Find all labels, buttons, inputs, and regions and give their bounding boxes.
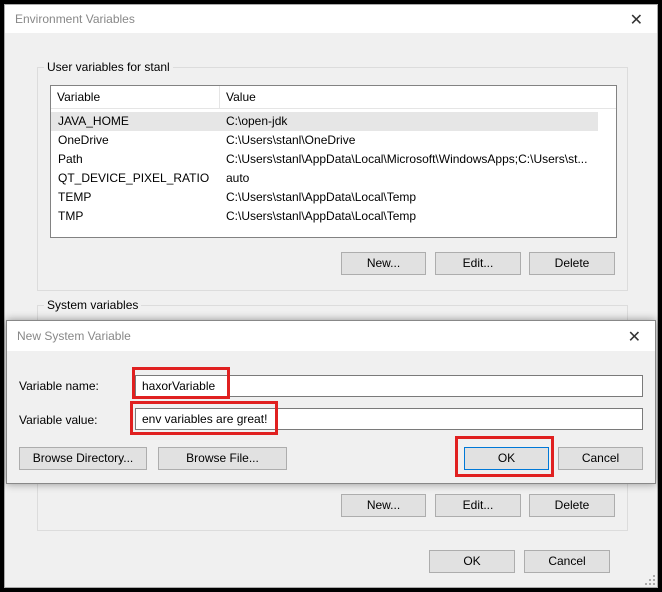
system-variables-label: System variables: [44, 298, 142, 312]
new-system-variable-dialog: New System Variable ✕ Variable name: hax…: [6, 320, 656, 484]
variable-value-cell: C:\Users\stanl\AppData\Local\Microsoft\W…: [226, 152, 588, 166]
column-header-value[interactable]: Value: [219, 86, 599, 108]
user-new-button[interactable]: New...: [341, 252, 426, 275]
variable-name-cell: QT_DEVICE_PIXEL_RATIO: [58, 171, 210, 185]
user-variable-row[interactable]: TMP C:\Users\stanl\AppData\Local\Temp: [51, 207, 598, 226]
env-cancel-button[interactable]: Cancel: [524, 550, 610, 573]
variable-value-cell: C:\Users\stanl\AppData\Local\Temp: [226, 190, 417, 204]
user-variable-row[interactable]: JAVA_HOME C:\open-jdk: [51, 112, 598, 131]
variable-name-cell: TMP: [58, 209, 84, 223]
user-variables-list[interactable]: Variable Value JAVA_HOME C:\open-jdk OneDr…: [50, 85, 617, 238]
variable-name-label: Variable name:: [19, 379, 99, 393]
environment-variables-dialog: Environment Variables ✕ User variables f…: [4, 4, 658, 588]
variable-value-cell: auto: [226, 171, 250, 185]
newvar-titlebar: New System Variable ✕: [7, 321, 655, 351]
variable-name-input[interactable]: haxorVariable: [135, 375, 643, 397]
scrollbar-corner: [598, 86, 616, 108]
variable-value-cell: C:\Users\stanl\OneDrive: [226, 133, 356, 147]
browse-file-button[interactable]: Browse File...: [158, 447, 287, 470]
resize-grip-icon[interactable]: [645, 575, 655, 585]
user-edit-button[interactable]: Edit...: [435, 252, 521, 275]
variable-name-cell: OneDrive: [58, 133, 109, 147]
variable-name-cell: JAVA_HOME: [58, 114, 129, 128]
env-close-icon[interactable]: ✕: [630, 10, 643, 30]
newvar-cancel-button[interactable]: Cancel: [558, 447, 643, 470]
variable-name-cell: TEMP: [58, 190, 92, 204]
variable-value-label: Variable value:: [19, 413, 98, 427]
variable-value-cell: C:\open-jdk: [226, 114, 288, 128]
newvar-dialog-title: New System Variable: [17, 329, 131, 343]
env-titlebar: Environment Variables ✕: [5, 5, 657, 33]
user-variable-row[interactable]: TEMP C:\Users\stanl\AppData\Local\Temp: [51, 188, 598, 207]
newvar-close-icon[interactable]: ✕: [628, 327, 641, 347]
user-list-header: Variable Value: [51, 86, 616, 109]
variable-value-input[interactable]: env variables are great!: [135, 408, 643, 430]
variable-name-cell: Path: [58, 152, 83, 166]
system-edit-button[interactable]: Edit...: [435, 494, 521, 517]
user-variable-row[interactable]: Path C:\Users\stanl\AppData\Local\Microso…: [51, 150, 598, 169]
env-dialog-title: Environment Variables: [15, 12, 135, 26]
user-variable-row[interactable]: OneDrive C:\Users\stanl\OneDrive: [51, 131, 598, 150]
column-header-variable[interactable]: Variable: [51, 86, 219, 108]
env-ok-button[interactable]: OK: [429, 550, 515, 573]
system-new-button[interactable]: New...: [341, 494, 426, 517]
user-delete-button[interactable]: Delete: [529, 252, 615, 275]
browse-directory-button[interactable]: Browse Directory...: [19, 447, 147, 470]
system-delete-button[interactable]: Delete: [529, 494, 615, 517]
user-variables-label: User variables for stanl: [44, 60, 173, 74]
variable-value-cell: C:\Users\stanl\AppData\Local\Temp: [226, 209, 417, 223]
user-variable-row[interactable]: QT_DEVICE_PIXEL_RATIO auto: [51, 169, 598, 188]
newvar-ok-button[interactable]: OK: [464, 447, 549, 470]
